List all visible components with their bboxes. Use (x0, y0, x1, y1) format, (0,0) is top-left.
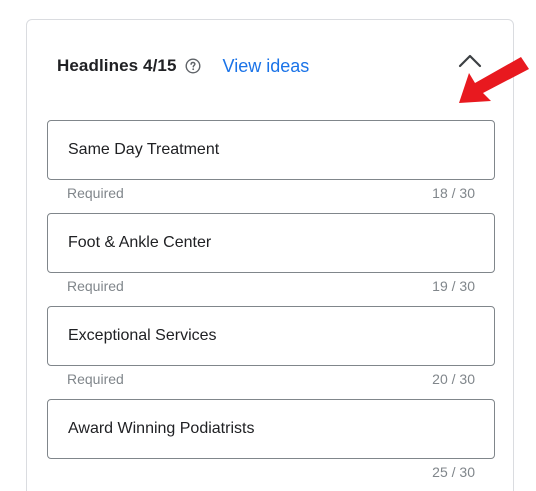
red-arrow-icon (455, 55, 533, 107)
character-count: 25 / 30 (432, 464, 475, 480)
headline-helper-2: Required 19 / 30 (67, 278, 475, 294)
headline-helper-4: 25 / 30 (67, 464, 475, 480)
headline-field-3[interactable]: Exceptional Services (47, 306, 495, 366)
character-count: 19 / 30 (432, 278, 475, 294)
required-label: Required (67, 278, 124, 294)
headline-field-4[interactable]: Award Winning Podiatrists (47, 399, 495, 459)
headline-value: Foot & Ankle Center (68, 234, 212, 251)
headline-value: Same Day Treatment (68, 141, 220, 158)
headlines-title: Headlines 4/15 (57, 56, 177, 75)
character-count: 20 / 30 (432, 371, 475, 387)
character-count: 18 / 30 (432, 185, 475, 201)
help-circle-icon[interactable] (185, 58, 201, 74)
headline-value: Award Winning Podiatrists (68, 420, 255, 437)
headline-helper-3: Required 20 / 30 (67, 371, 475, 387)
headlines-header: Headlines 4/15 View ideas (57, 52, 309, 80)
headline-field-1[interactable]: Same Day Treatment (47, 120, 495, 180)
headline-field-2[interactable]: Foot & Ankle Center (47, 213, 495, 273)
headline-helper-1: Required 18 / 30 (67, 185, 475, 201)
required-label: Required (67, 185, 124, 201)
page: Headlines 4/15 View ideas Same Day Treat… (0, 0, 536, 491)
required-label: Required (67, 371, 124, 387)
headline-value: Exceptional Services (68, 327, 217, 344)
view-ideas-link[interactable]: View ideas (223, 56, 310, 77)
